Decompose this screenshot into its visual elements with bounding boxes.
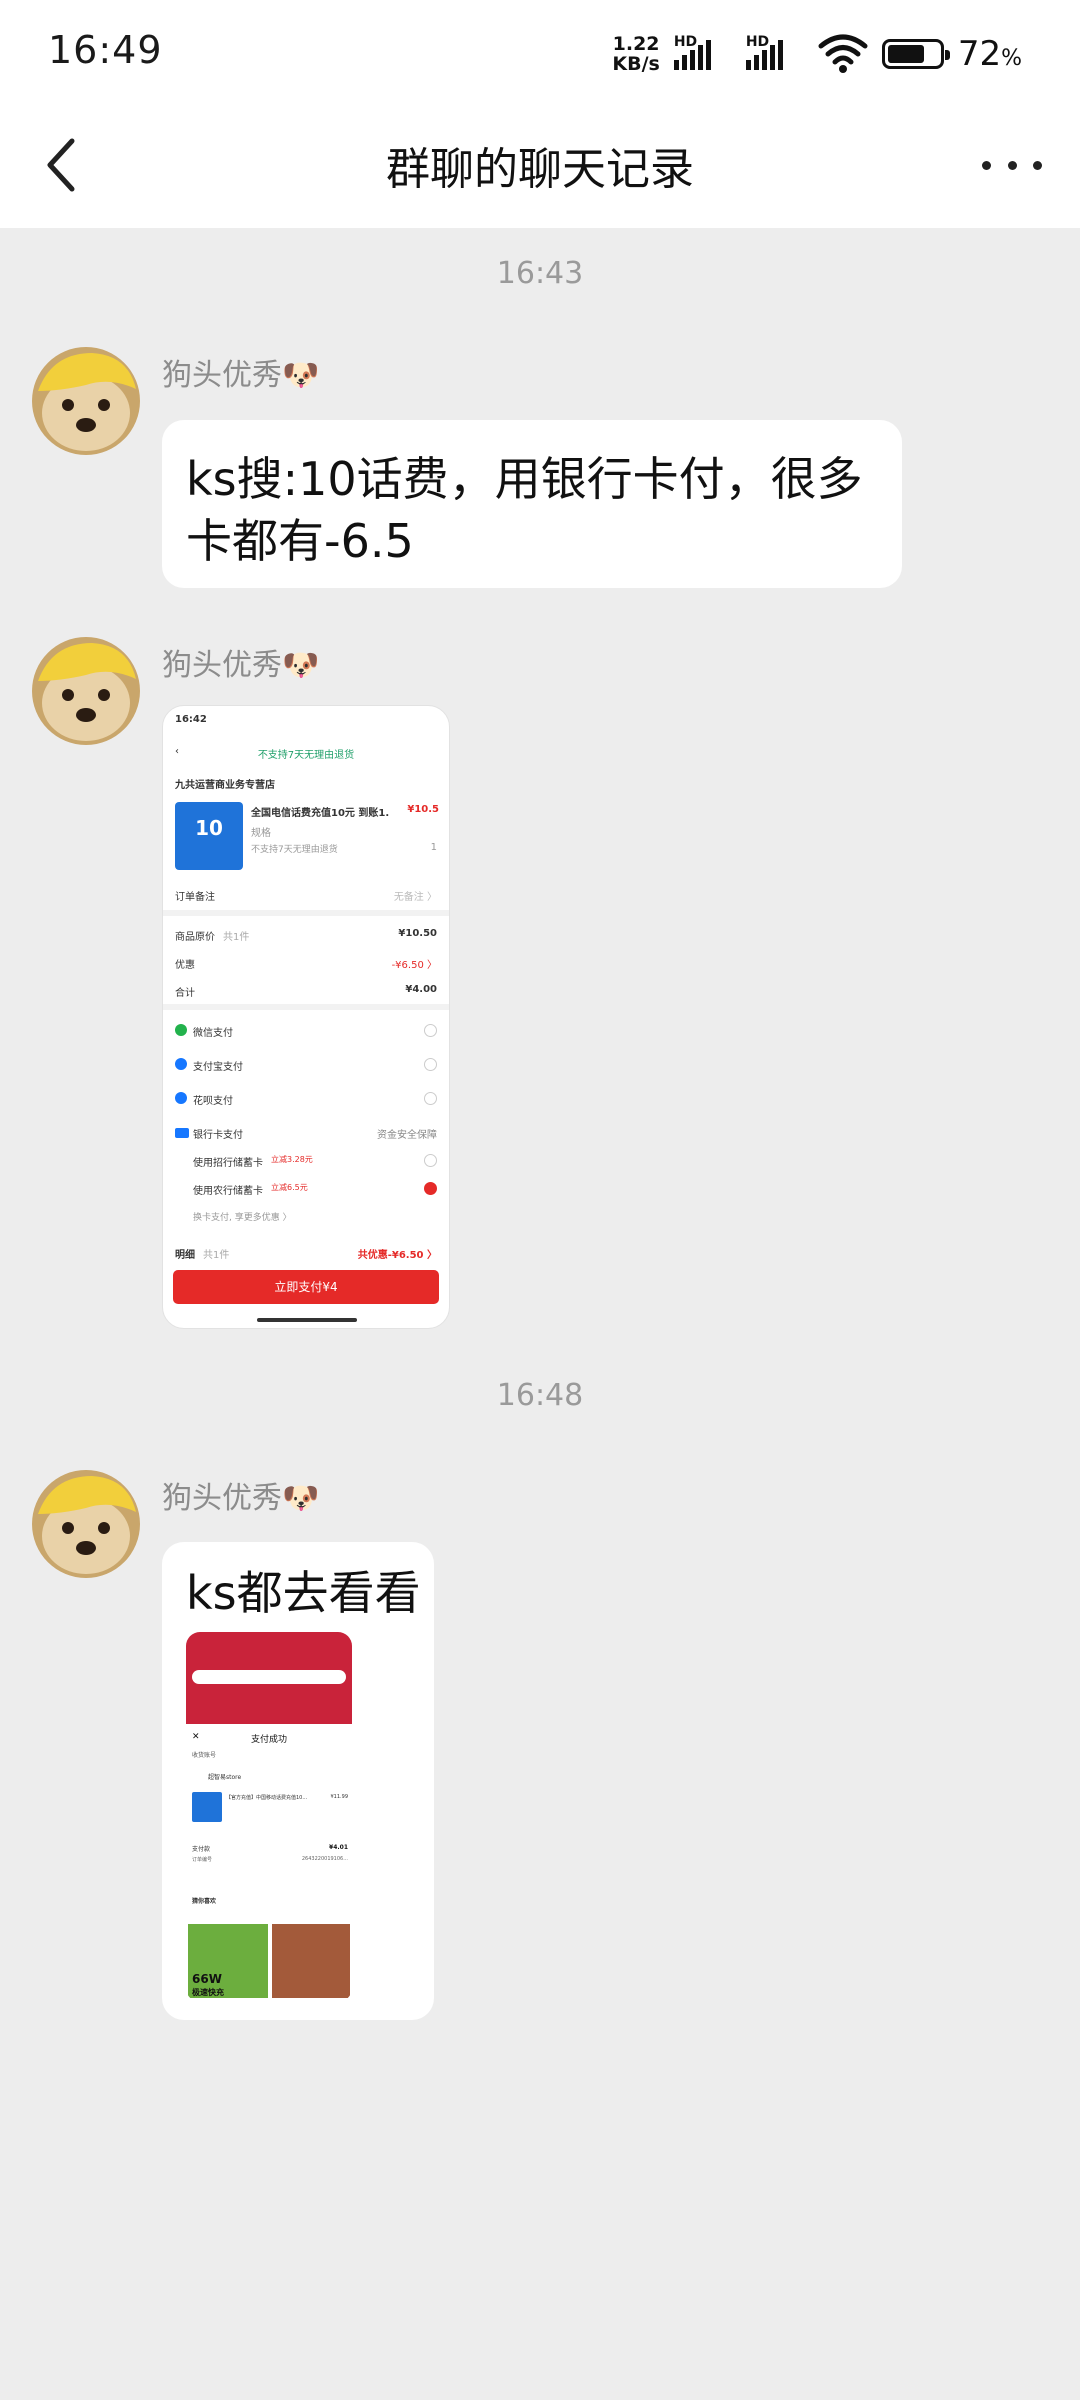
shot2-row1: 收货账号 (192, 1752, 217, 1759)
shot-total-value: ¥4.00 (405, 984, 437, 995)
shot2-pay-label: 支付款 (192, 1846, 211, 1853)
signal-sim1-icon: HD (673, 34, 732, 70)
dog-avatar-icon (32, 347, 140, 455)
shot-discount-value: -¥6.50 〉 (391, 960, 437, 971)
message-text: ks都去看看 (186, 1566, 421, 1620)
dog-avatar-icon (32, 1470, 140, 1578)
shot2-order-label: 订单编号 (192, 1857, 213, 1863)
network-speed-unit: KB/s (612, 53, 660, 75)
shot-bank-card-1-tag: 立减3.28元 (271, 1155, 313, 1164)
shot-back-icon: ‹ (175, 746, 179, 757)
shot-pay-button: 立即支付¥4 (173, 1270, 439, 1304)
radio (424, 1154, 437, 1167)
shot-quantity: 1 (430, 842, 437, 853)
shot2-close-icon: ✕ (192, 1732, 200, 1742)
shot2-order-value: 2643220019106... (301, 1856, 348, 1862)
shot-bank-safe: 资金安全保障 (377, 1130, 437, 1141)
message-text: ks搜:10话费，用银行卡付，很多卡都有-6.5 (186, 452, 863, 568)
shot2-product-image-2 (272, 1924, 350, 1998)
shot2-shop: 超智易store (208, 1774, 242, 1781)
image-message[interactable]: 支付成功 ✕ 收货账号 超智易store 【官方充值】中国移动话费充值10...… (186, 1632, 352, 2002)
shot2-recommend: 猜你喜欢 (192, 1898, 217, 1905)
more-horizontal-icon[interactable] (982, 145, 1042, 185)
shot-notice: 不支持7天无理由退货 (257, 750, 355, 761)
alipay-icon (175, 1058, 187, 1070)
nav-header: 群聊的聊天记录 (0, 105, 1080, 228)
shot-price-value: ¥10.50 (398, 928, 437, 939)
shot-pay-huabei: 花呗支付 (193, 1096, 233, 1107)
radio (424, 1024, 437, 1037)
wechat-pay-icon (175, 1024, 187, 1036)
battery-percent: 72% (958, 34, 1022, 74)
divider (163, 910, 449, 916)
shot2-product: 【官方充值】中国移动话费充值10... (226, 1795, 308, 1801)
divider (163, 1004, 449, 1010)
sender-name: 狗头优秀🐶 (162, 1481, 320, 1516)
shot-bank-more: 换卡支付, 享更多优惠 〉 (193, 1213, 292, 1223)
battery-percent-value: 72 (957, 34, 1002, 74)
status-icons: 1.22 KB/s HD HD 72% (612, 30, 1022, 78)
network-speed: 1.22 KB/s (612, 34, 659, 74)
time-separator: 16:43 (496, 256, 584, 291)
radio (424, 1092, 437, 1105)
shot-pay-alipay: 支付宝支付 (193, 1062, 243, 1073)
shot2-promo2: 极速快充 (192, 1988, 224, 1997)
sender-name: 狗头优秀🐶 (162, 358, 320, 393)
shot-product-title: 全国电信话费充值10元 到账1... (251, 808, 389, 819)
battery-icon (881, 39, 950, 69)
shot-order-note-value: 无备注 〉 (393, 892, 437, 903)
hd-label: HD (673, 34, 698, 50)
shot-product-spec: 规格 (251, 828, 271, 839)
battery-level (887, 45, 924, 63)
radio (424, 1058, 437, 1071)
shot-product-price: ¥10.5 (407, 804, 439, 815)
radio-checked (424, 1182, 437, 1195)
shot2-promo: 66W (192, 1972, 222, 1986)
shot-bank-card-2-tag: 立减6.5元 (271, 1183, 308, 1192)
hd-label: HD (745, 34, 770, 50)
time-separator: 16:48 (496, 1378, 584, 1413)
sender-name: 狗头优秀🐶 (162, 648, 320, 683)
network-speed-value: 1.22 (612, 33, 660, 55)
avatar[interactable] (32, 347, 140, 455)
page-title: 群聊的聊天记录 (386, 144, 694, 195)
shot-product-badge: 10 (195, 816, 223, 840)
status-time: 16:49 (48, 28, 163, 72)
avatar[interactable] (32, 1470, 140, 1578)
huabei-icon (175, 1092, 187, 1104)
shot2-product-price: ¥11.99 (330, 1794, 349, 1800)
shot2-pay-value: ¥4.01 (329, 1844, 348, 1851)
shot-product-thumb: 10 (175, 802, 243, 870)
status-bar: 16:49 1.22 KB/s HD HD 72% (0, 0, 1080, 105)
image-message[interactable]: 16:42 不支持7天无理由退货 ‹ 九共运营商业务专营店 10 全国电信话费充… (162, 705, 450, 1329)
shot2-title: 支付成功 (250, 1735, 287, 1745)
shot-detail-discount: 共优惠-¥6.50 〉 (357, 1250, 437, 1261)
wifi-icon (818, 34, 868, 73)
dog-avatar-icon (32, 637, 140, 745)
shot2-search-bar (192, 1670, 346, 1684)
text-bubble[interactable]: ks搜:10话费，用银行卡付，很多卡都有-6.5 (162, 420, 902, 588)
shot-status-time: 16:42 (175, 714, 207, 725)
shot2-product-thumb (192, 1792, 222, 1822)
signal-sim2-icon: HD (745, 34, 804, 70)
avatar[interactable] (32, 637, 140, 745)
shot-pay-wechat: 微信支付 (193, 1028, 233, 1039)
shot2-product-image-1: 66W 极速快充 (188, 1924, 268, 1998)
shot-product-note: 不支持7天无理由退货 (251, 845, 338, 855)
home-indicator (257, 1318, 357, 1322)
battery-percent-unit: % (1001, 46, 1022, 71)
shot-store: 九共运营商业务专营店 (175, 780, 275, 791)
